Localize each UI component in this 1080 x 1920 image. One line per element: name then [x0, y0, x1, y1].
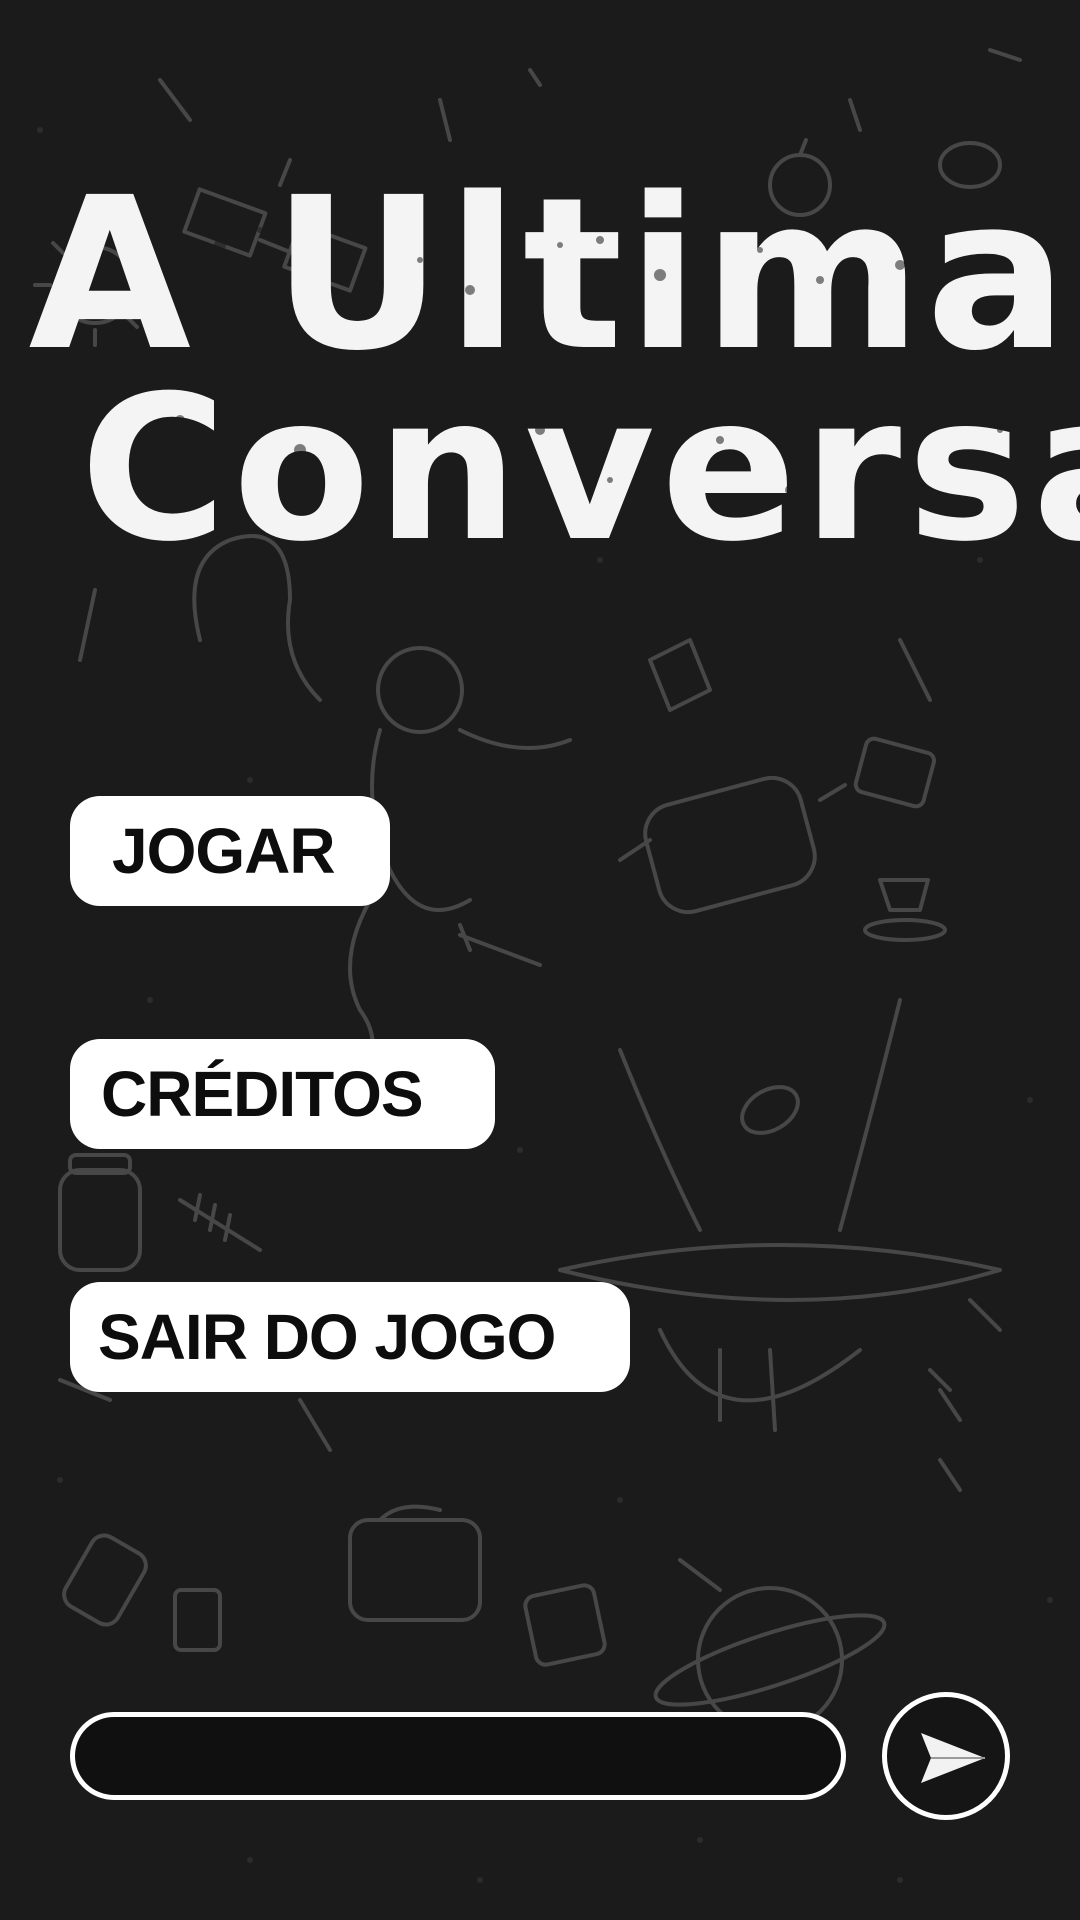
carton-doodle-icon	[648, 638, 712, 712]
main-menu-screen: A Ultima Conversa JOGAR CRÉDITOS SAIR DO…	[0, 0, 1080, 1920]
send-button[interactable]	[882, 1692, 1010, 1820]
quit-game-button[interactable]: SAIR DO JOGO	[70, 1282, 630, 1392]
title-line-2: Conversa	[80, 353, 1080, 586]
game-title: A Ultima Conversa	[0, 170, 1080, 570]
planet-doodle-icon	[653, 1586, 887, 1734]
calculator-doodle-icon	[523, 1583, 607, 1667]
title-line-1: A Ultima	[28, 152, 1072, 397]
phone-doodle-icon	[853, 736, 936, 809]
credits-button[interactable]: CRÉDITOS	[70, 1039, 495, 1149]
chat-input[interactable]	[70, 1712, 846, 1800]
fork-doodle-icon	[458, 923, 542, 967]
cup-doodle-icon	[863, 878, 947, 942]
jar-doodle-icon	[58, 1153, 142, 1272]
send-arrow-icon	[921, 1733, 985, 1783]
toaster-doodle-icon	[348, 1504, 482, 1622]
cheese-doodle-icon	[173, 1588, 222, 1652]
wrench-doodle-icon	[78, 588, 97, 662]
capsule-doodle-icon	[618, 775, 847, 915]
bottle-doodle-icon	[62, 1533, 148, 1627]
play-button[interactable]: JOGAR	[70, 796, 390, 906]
fish-bone-doodle-icon	[178, 1193, 262, 1252]
spoon-doodle-icon	[928, 1368, 962, 1422]
chicken-doodle-icon	[740, 1085, 800, 1135]
bone-doodle-icon	[898, 638, 932, 702]
